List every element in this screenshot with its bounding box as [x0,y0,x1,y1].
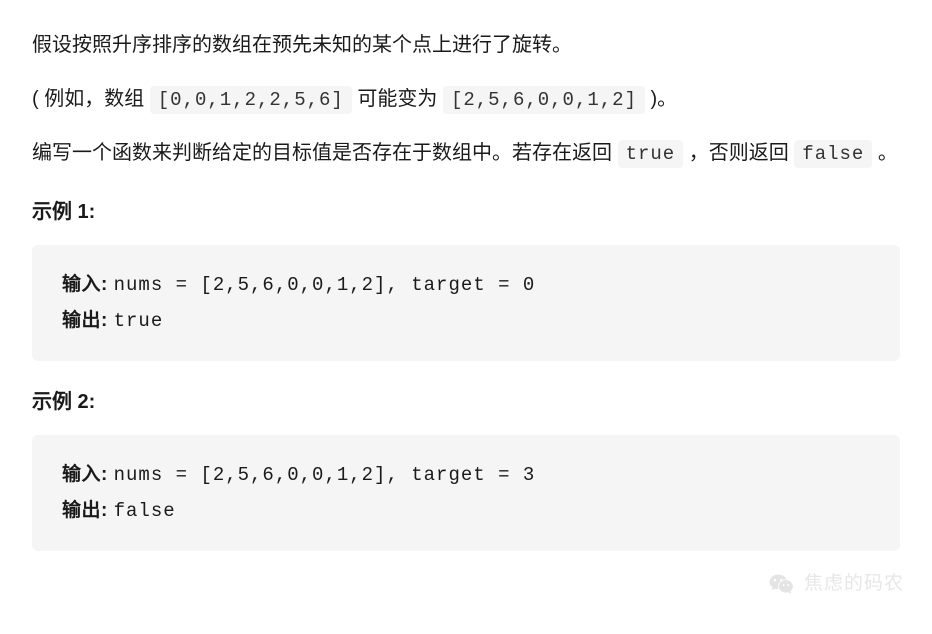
inline-code-true: true [618,140,684,168]
inline-code-false: false [794,140,872,168]
input-value: nums = [2,5,6,0,0,1,2], target = 0 [114,274,536,296]
example-2-input-row: 输入: nums = [2,5,6,0,0,1,2], target = 3 [62,457,870,493]
problem-intro-line1: 假设按照升序排序的数组在预先未知的某个点上进行了旋转。 [32,28,900,62]
problem-intro-line2: ( 例如，数组 [0,0,1,2,2,5,6] 可能变为 [2,5,6,0,0,… [32,82,900,116]
text-fragment: ( 例如，数组 [32,88,150,110]
example-1-block: 输入: nums = [2,5,6,0,0,1,2], target = 0 输… [32,245,900,361]
input-value: nums = [2,5,6,0,0,1,2], target = 3 [114,464,536,486]
wechat-icon [768,570,796,598]
input-label: 输入: [62,274,114,295]
text-fragment: ，否则返回 [683,142,794,164]
text-fragment: 可能变为 [352,88,443,110]
output-label: 输出: [62,500,114,521]
text-fragment: 。 [872,142,898,164]
problem-intro-line3: 编写一个函数来判断给定的目标值是否存在于数组中。若存在返回 true ，否则返回… [32,136,900,170]
inline-code-array-rotated: [2,5,6,0,0,1,2] [443,86,645,114]
output-label: 输出: [62,310,114,331]
example-1-input-row: 输入: nums = [2,5,6,0,0,1,2], target = 0 [62,267,870,303]
example-2-output-row: 输出: false [62,493,870,529]
output-value: true [114,310,164,332]
watermark: 焦虑的码农 [768,568,904,600]
watermark-text: 焦虑的码农 [804,568,904,600]
example-2-block: 输入: nums = [2,5,6,0,0,1,2], target = 3 输… [32,435,900,551]
inline-code-array-original: [0,0,1,2,2,5,6] [150,86,352,114]
input-label: 输入: [62,464,114,485]
example-1-title: 示例 1: [32,195,900,229]
output-value: false [114,500,176,522]
example-1-output-row: 输出: true [62,303,870,339]
text-fragment: 编写一个函数来判断给定的目标值是否存在于数组中。若存在返回 [32,142,618,164]
text-fragment: )。 [645,88,677,110]
example-2-title: 示例 2: [32,385,900,419]
